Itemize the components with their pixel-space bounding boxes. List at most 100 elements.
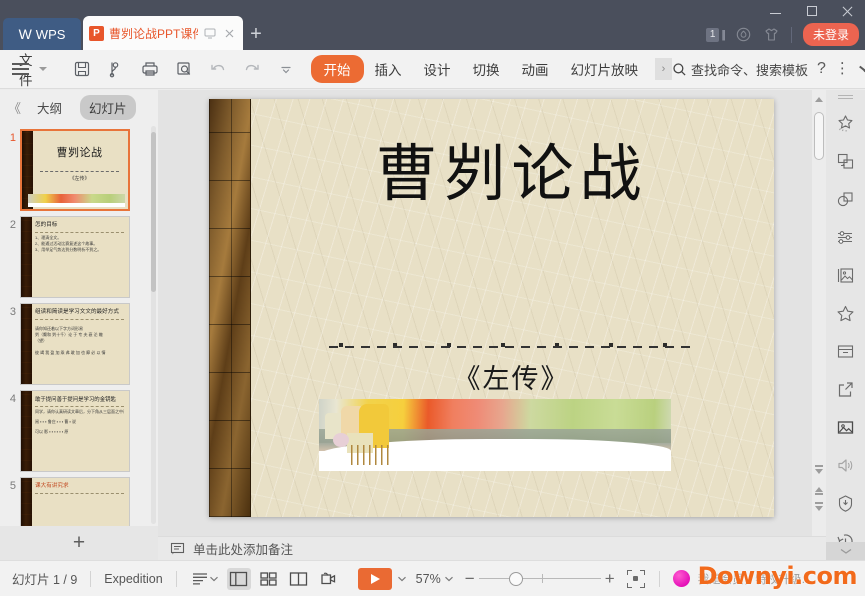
avatar[interactable]: [672, 570, 690, 587]
theme-name[interactable]: Expedition: [104, 572, 162, 586]
slide-title-text[interactable]: 曹刿论战: [269, 143, 754, 205]
scroll-up-icon[interactable]: [815, 97, 823, 102]
outline-list-icon[interactable]: [190, 568, 212, 590]
close-window-button[interactable]: [837, 2, 859, 20]
zoom-caret-icon[interactable]: [444, 576, 453, 582]
scrollbar-thumb[interactable]: [814, 112, 824, 160]
collapse-rail-button[interactable]: [826, 542, 865, 560]
list-item[interactable]: 5 课大有讲究求: [0, 472, 158, 526]
insert-image-icon[interactable]: [828, 408, 864, 446]
print-icon[interactable]: [140, 59, 160, 79]
skin-icon[interactable]: [763, 26, 780, 43]
canvas-vertical-scrollbar[interactable]: [812, 90, 826, 536]
view-presenter-button[interactable]: [317, 568, 341, 590]
archive-box-icon[interactable]: [828, 333, 864, 371]
document-tab[interactable]: P 曹刿论战PPT课件.ppt: [83, 16, 243, 50]
audio-icon[interactable]: [828, 446, 864, 484]
thumbnail-slide-2[interactable]: 怎的目标 1、理清全文。 2、能通过活动比赛复述这个故事。 3、用举足气势达到分…: [20, 216, 130, 298]
current-slide[interactable]: 曹刿论战 《左传》: [209, 99, 774, 517]
slide-spine-decoration: [21, 391, 32, 471]
tab-home[interactable]: 开始: [310, 55, 364, 83]
save-as-icon[interactable]: [106, 59, 126, 79]
maximize-button[interactable]: [801, 2, 823, 20]
thumbnail-subtitle: 《左传》: [69, 176, 90, 182]
tab-design[interactable]: 设计: [413, 55, 462, 83]
list-item[interactable]: 1 曹刿论战 《左传》: [0, 124, 158, 211]
undo-icon[interactable]: [208, 59, 228, 79]
picture-frame-icon[interactable]: [828, 257, 864, 295]
wps-home-tab-label: WPS: [35, 26, 66, 42]
list-item[interactable]: 4 敢于提问善于提问是学习的金钥匙 同学，请你认真研读文章后，分下角从三层面之中…: [0, 385, 158, 472]
search-command-box[interactable]: 查找命令、搜索模板: [672, 60, 808, 79]
slide-divider-line: [329, 346, 696, 348]
duplicate-shape-icon[interactable]: [828, 143, 864, 181]
previous-slide-icon[interactable]: [815, 465, 823, 474]
new-tab-button[interactable]: +: [243, 18, 269, 50]
collapse-ribbon-icon[interactable]: [859, 66, 865, 73]
chevron-down-icon[interactable]: [38, 67, 47, 71]
slide-subtitle-text[interactable]: 《左传》: [269, 357, 754, 396]
thumbnail-slide-1[interactable]: 曹刿论战 《左传》: [20, 129, 130, 211]
tab-animations[interactable]: 动画: [511, 55, 560, 83]
outline-caret-icon[interactable]: [209, 576, 218, 582]
adjust-settings-icon[interactable]: [828, 219, 864, 257]
slide-illustration[interactable]: [319, 399, 671, 471]
slideshow-caret-icon[interactable]: [397, 576, 406, 582]
save-icon[interactable]: [72, 59, 92, 79]
zoom-level-label[interactable]: 57%: [416, 572, 441, 586]
powerpoint-file-icon: P: [89, 25, 104, 41]
thumbnail-content: 怎的目标 1、理清全文。 2、能通过活动比赛复述这个故事。 3、用举足气势达到分…: [35, 221, 124, 294]
monitor-icon[interactable]: [203, 26, 217, 40]
wps-presentation-window: W WPS P 曹刿论战PPT课件.ppt + 1 |||: [0, 0, 865, 596]
more-tabs-button[interactable]: ›: [655, 58, 672, 80]
fit-to-window-icon[interactable]: [626, 569, 645, 588]
thumbnail-title: 怎的目标: [35, 222, 58, 228]
view-reading-button[interactable]: [287, 568, 311, 590]
thumbnail-slide-4[interactable]: 敢于提问善于提问是学习的金钥匙 同学，请你认真研读文章后，分下角从三层面之中请提…: [20, 390, 130, 472]
notes-pane[interactable]: 单击此处添加备注: [158, 536, 826, 560]
thumbnail-scrollbar[interactable]: [151, 126, 156, 524]
start-slideshow-button[interactable]: [357, 567, 392, 590]
tab-transitions[interactable]: 切换: [462, 55, 511, 83]
security-shield-icon[interactable]: [828, 484, 864, 522]
backup-icon[interactable]: [735, 26, 752, 43]
add-slide-button[interactable]: +: [0, 526, 158, 560]
customize-quick-access-icon[interactable]: [276, 59, 296, 79]
list-item[interactable]: 3 组读和简读是学习文文的最好方式 请你知还着以下字方词形易 刿（黧和 刿十千）…: [0, 298, 158, 385]
scroll-down-icon[interactable]: [815, 487, 823, 495]
zoom-slider-handle[interactable]: [508, 571, 523, 586]
tab-outline[interactable]: 大纲: [28, 95, 71, 120]
redo-icon[interactable]: [242, 59, 262, 79]
divider: [90, 570, 92, 587]
print-preview-icon[interactable]: [174, 59, 194, 79]
view-normal-button[interactable]: [226, 567, 251, 590]
minimize-button[interactable]: [765, 2, 787, 20]
thumbnail-list[interactable]: 1 曹刿论战 《左传》 2 怎的目标 1、理清全文。 2、能通过活动比赛复述这个…: [0, 124, 158, 526]
rail-grip-icon[interactable]: [838, 94, 853, 100]
login-status-button[interactable]: 未登录: [802, 23, 859, 46]
zoom-in-button[interactable]: +: [601, 569, 619, 589]
tab-slides[interactable]: 幻灯片: [80, 94, 136, 120]
window-count-indicator[interactable]: 1 |||: [705, 27, 726, 42]
slide-canvas[interactable]: 曹刿论战 《左传》: [158, 90, 826, 536]
membership-promo-text[interactable]: 我是会员，特权升级…: [698, 571, 813, 587]
wps-home-tab[interactable]: W WPS: [3, 18, 81, 50]
shape-combine-icon[interactable]: [828, 181, 864, 219]
tab-insert[interactable]: 插入: [364, 55, 413, 83]
favorite-star-icon[interactable]: [828, 295, 864, 333]
zoom-slider[interactable]: [478, 571, 601, 586]
help-icon[interactable]: ?: [817, 60, 826, 78]
thumbnail-slide-3[interactable]: 组读和简读是学习文文的最好方式 请你知还着以下字方词形易 刿（黧和 刿十千）论 …: [20, 303, 130, 385]
more-options-icon[interactable]: ⋮: [835, 61, 850, 76]
thumbnail-slide-5[interactable]: 课大有讲究求: [20, 477, 130, 526]
tab-slideshow[interactable]: 幻灯片放映: [560, 55, 650, 83]
list-item[interactable]: 2 怎的目标 1、理清全文。 2、能通过活动比赛复述这个故事。 3、用举足气势达…: [0, 211, 158, 298]
collapse-panel-icon[interactable]: 《: [8, 98, 21, 117]
close-tab-icon[interactable]: [222, 26, 237, 41]
smart-effect-icon[interactable]: [828, 105, 864, 143]
next-slide-icon[interactable]: [815, 502, 823, 511]
share-export-icon[interactable]: [828, 370, 864, 408]
view-slide-sorter-button[interactable]: [257, 568, 281, 590]
thumbnail-number: 1: [9, 132, 16, 144]
zoom-out-button[interactable]: −: [461, 569, 479, 589]
